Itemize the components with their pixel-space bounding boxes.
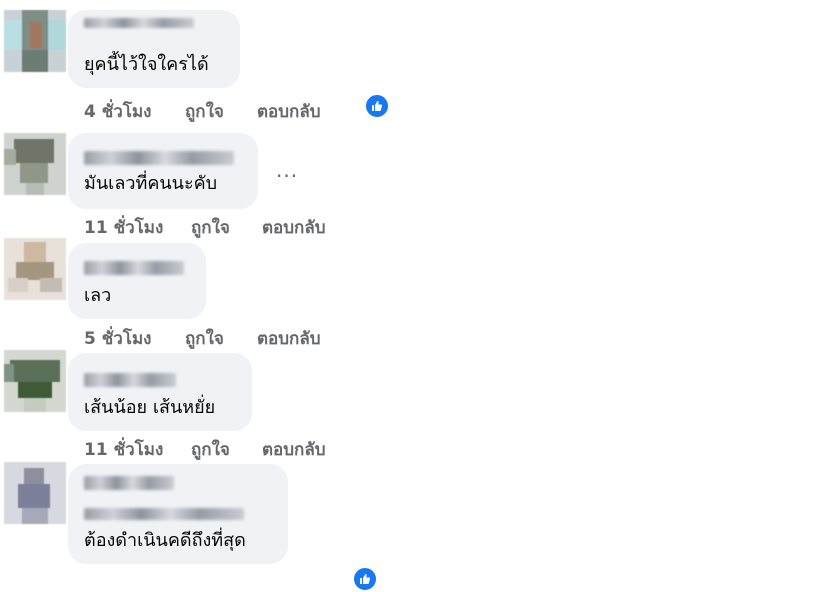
- author-name-redacted[interactable]: [84, 18, 194, 28]
- comment-time[interactable]: 4 ชั่วโมง: [84, 98, 151, 125]
- comment-text: เลว: [84, 285, 112, 306]
- comment-time[interactable]: 11 ชั่วโมง: [84, 214, 163, 241]
- more-options-icon[interactable]: ...: [276, 158, 298, 182]
- reply-link[interactable]: ตอบกลับ: [262, 214, 326, 241]
- reply-link[interactable]: ตอบกลับ: [262, 436, 326, 463]
- like-reaction-icon[interactable]: [364, 93, 390, 119]
- comment-bubble: ต้องดำเนินคดีถึงที่สุด: [68, 464, 288, 564]
- reply-link[interactable]: ตอบกลับ: [257, 325, 321, 352]
- avatar[interactable]: [4, 350, 66, 412]
- comment-text: ยุคนี้ไว้ใจใครได้: [84, 54, 209, 75]
- avatar[interactable]: [4, 133, 66, 195]
- like-link[interactable]: ถูกใจ: [191, 436, 230, 463]
- avatar[interactable]: [4, 10, 66, 72]
- comment-bubble: เส้นน้อย เส้นหยั่ย: [68, 353, 252, 431]
- like-link[interactable]: ถูกใจ: [185, 325, 224, 352]
- author-name-redacted[interactable]: [84, 261, 184, 275]
- author-name-redacted[interactable]: [84, 476, 174, 490]
- reply-link[interactable]: ตอบกลับ: [257, 98, 321, 125]
- comment-text: เส้นน้อย เส้นหยั่ย: [84, 397, 216, 418]
- comment-bubble: เลว: [68, 243, 206, 319]
- comment-time[interactable]: 5 ชั่วโมง: [84, 325, 151, 352]
- comment-time[interactable]: 11 ชั่วโมง: [84, 436, 163, 463]
- author-name-redacted[interactable]: [84, 151, 234, 165]
- avatar[interactable]: [4, 238, 66, 300]
- like-link[interactable]: ถูกใจ: [191, 214, 230, 241]
- like-link[interactable]: ถูกใจ: [185, 98, 224, 125]
- comment-bubble: ยุคนี้ไว้ใจใครได้: [68, 10, 240, 88]
- comment-text: มันเลวที่คนนะคับ: [84, 173, 218, 194]
- author-name-redacted[interactable]: [84, 373, 176, 387]
- comment-text: ต้องดำเนินคดีถึงที่สุด: [84, 530, 246, 551]
- author-name-redacted[interactable]: [84, 508, 244, 520]
- like-reaction-icon[interactable]: [352, 566, 378, 592]
- avatar[interactable]: [4, 462, 66, 524]
- comment-bubble: มันเลวที่คนนะคับ: [68, 133, 258, 209]
